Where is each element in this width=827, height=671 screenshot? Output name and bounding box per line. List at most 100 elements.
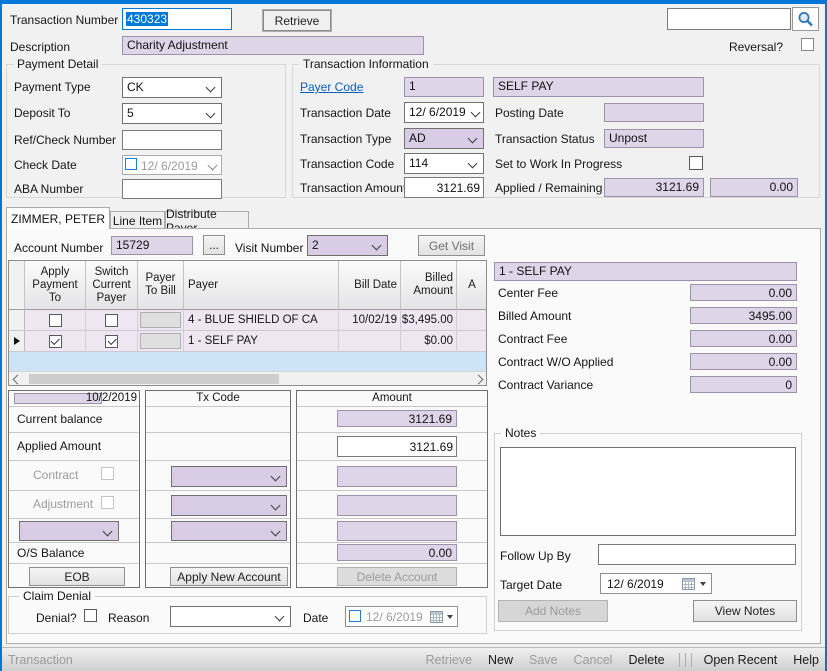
col-switch-header[interactable]: Switch Current Payer	[86, 261, 138, 310]
table-row[interactable]: 4 - BLUE SHIELD OF CA 10/02/19 $3,495.00	[9, 310, 486, 331]
magnifier-icon	[798, 11, 813, 26]
apply-payment-checkbox[interactable]	[48, 313, 62, 327]
statusbar-delete[interactable]: Delete	[628, 653, 664, 667]
statusbar-save[interactable]: Save	[529, 653, 558, 667]
contract-wo-applied-label: Contract W/O Applied	[498, 355, 614, 369]
denial-date-picker[interactable]: 12/ 6/2019	[345, 606, 458, 627]
separator	[678, 652, 680, 667]
aba-number-input[interactable]	[122, 179, 222, 199]
adjustment-txcode-combo[interactable]	[171, 495, 287, 516]
transaction-info-title: Transaction Information	[299, 57, 433, 71]
col-payer-header[interactable]: Payer	[184, 261, 339, 310]
billed-amount-field: 3495.00	[690, 307, 797, 324]
payer-code-field: 1	[404, 77, 484, 97]
bill-date-cell	[339, 331, 401, 352]
window-border-top	[0, 0, 827, 4]
tab-distribute-payer[interactable]: Distribute Payer	[165, 207, 249, 235]
ref-check-number-input[interactable]	[122, 130, 222, 150]
chevron-down-icon	[270, 471, 281, 482]
col-bill-date-header[interactable]: Bill Date	[339, 261, 401, 310]
tab-patient[interactable]: ZIMMER, PETER	[6, 207, 110, 229]
tab-line-item[interactable]: Line Item	[110, 211, 165, 229]
chevron-left-icon	[12, 374, 22, 384]
claim-denial-title: Claim Denial	[19, 589, 96, 603]
check-date-picker[interactable]: 12/ 6/2019	[122, 155, 222, 175]
col-apply-header[interactable]: Apply Payment To	[25, 261, 86, 310]
statusbar-new[interactable]: New	[488, 653, 513, 667]
adjustment-checkbox[interactable]	[101, 496, 114, 509]
table-row-current[interactable]: 1 - SELF PAY $0.00	[9, 331, 486, 352]
horizontal-scrollbar[interactable]	[9, 371, 486, 385]
transaction-code-combo[interactable]: 114	[404, 153, 484, 174]
deposit-to-combo[interactable]: 5	[122, 103, 222, 124]
denial-date-checkbox[interactable]	[349, 610, 361, 622]
payer-to-bill-cell[interactable]	[138, 310, 184, 331]
payer-to-bill-cell[interactable]	[138, 331, 184, 352]
contract-txcode-combo[interactable]	[171, 466, 287, 487]
payer-cell: 1 - SELF PAY	[184, 331, 339, 352]
ref-check-number-label: Ref/Check Number	[14, 133, 117, 147]
check-date-checkbox[interactable]	[125, 158, 137, 170]
eob-button[interactable]: EOB	[29, 567, 125, 586]
add-notes-button[interactable]: Add Notes	[498, 600, 608, 622]
center-fee-label: Center Fee	[498, 286, 559, 300]
apply-grid-amount-panel: Amount 3121.69 0.00 Delete Account	[296, 390, 488, 588]
col-billed-amount-header[interactable]: Billed Amount	[401, 261, 457, 310]
contract-variance-label: Contract Variance	[498, 378, 594, 392]
account-number-label: Account Number	[14, 241, 104, 255]
extra-type-combo[interactable]	[19, 521, 119, 541]
contract-checkbox[interactable]	[101, 467, 114, 480]
calendar-icon	[682, 578, 695, 590]
transaction-window: Transaction Number 430323 Retrieve Descr…	[0, 0, 827, 671]
notes-textarea[interactable]	[500, 447, 796, 536]
reversal-checkbox[interactable]	[801, 38, 814, 51]
transaction-type-combo[interactable]: AD	[404, 128, 484, 149]
statusbar-help[interactable]: Help	[793, 653, 819, 667]
scroll-right-button[interactable]	[470, 372, 486, 385]
statusbar-retrieve[interactable]: Retrieve	[425, 653, 472, 667]
transaction-code-label: Transaction Code	[300, 157, 395, 171]
deposit-to-label: Deposit To	[14, 106, 71, 120]
scroll-left-button[interactable]	[9, 372, 25, 385]
payer-code-link[interactable]: Payer Code	[300, 80, 363, 94]
transaction-number-input[interactable]: 430323	[122, 8, 232, 30]
apply-payment-checkbox[interactable]	[48, 334, 62, 348]
reason-combo[interactable]	[170, 606, 291, 627]
target-date-picker[interactable]: 12/ 6/2019	[600, 573, 712, 594]
transaction-amount-input[interactable]	[404, 177, 484, 198]
denial-checkbox[interactable]	[84, 609, 97, 622]
switch-payer-checkbox[interactable]	[105, 334, 118, 348]
statusbar-cancel[interactable]: Cancel	[574, 653, 613, 667]
target-date-value: 12/ 6/2019	[607, 577, 664, 591]
reversal-label: Reversal?	[728, 40, 783, 54]
contract-fee-field: 0.00	[690, 330, 797, 347]
scrollbar-thumb[interactable]	[29, 374, 279, 384]
dropdown-arrow-icon	[700, 582, 706, 586]
transaction-date-combo[interactable]: 12/ 6/2019	[404, 102, 484, 123]
search-input[interactable]	[667, 8, 791, 30]
tx-code-header: Tx Code	[196, 392, 240, 404]
delete-account-button[interactable]: Delete Account	[337, 567, 457, 586]
get-visit-button[interactable]: Get Visit	[418, 235, 485, 256]
transaction-type-label: Transaction Type	[300, 132, 392, 146]
extra-txcode-combo[interactable]	[171, 521, 287, 541]
payment-type-combo[interactable]: CK	[122, 77, 222, 98]
status-context-label: Transaction	[8, 652, 73, 667]
account-browse-button[interactable]: ...	[203, 235, 225, 255]
visit-number-combo[interactable]: 2	[307, 235, 388, 256]
wip-checkbox[interactable]	[689, 156, 703, 170]
applied-field: 3121.69	[604, 178, 704, 197]
contract-amount-field	[337, 466, 457, 487]
follow-up-by-input[interactable]	[598, 544, 796, 565]
posting-date-label: Posting Date	[495, 106, 564, 120]
retrieve-button[interactable]: Retrieve	[262, 9, 332, 32]
switch-payer-checkbox[interactable]	[105, 313, 118, 327]
statusbar-open-recent[interactable]: Open Recent	[704, 653, 778, 667]
search-button[interactable]	[792, 7, 819, 31]
chevron-down-icon	[467, 133, 478, 144]
applied-amount-input[interactable]	[337, 436, 457, 457]
apply-new-account-button[interactable]: Apply New Account	[170, 567, 288, 586]
view-notes-button[interactable]: View Notes	[693, 600, 797, 622]
grid-corner-header	[9, 261, 25, 310]
col-payer-to-bill-header[interactable]: Payer To Bill	[138, 261, 184, 310]
